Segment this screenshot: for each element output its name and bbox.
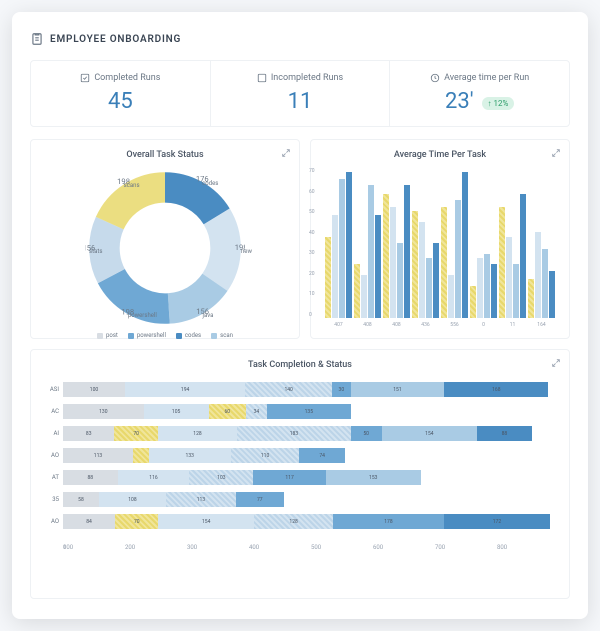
- page-header: EMPLOYEE ONBOARDING: [30, 32, 570, 46]
- donut-svg: 176198156198156198: [85, 168, 245, 328]
- stacked-bar-chart: ASI10019414030151168AC1301056034135AI837…: [41, 378, 559, 540]
- donut-chart: 176198156198156198 codesnewjavapowershel…: [85, 168, 245, 328]
- expand-icon[interactable]: [281, 148, 291, 158]
- bar-chart: 706050403020100: [321, 168, 559, 318]
- kpi-label: Completed Runs: [39, 73, 202, 83]
- card-title: Task Completion & Status: [41, 360, 559, 370]
- kpi-value: 23': [445, 89, 474, 114]
- x-axis: 0100200300400500600700800: [63, 544, 559, 551]
- kpi-value: 11: [219, 89, 382, 114]
- trend-badge: ↑ 12%: [482, 97, 515, 110]
- y-axis: 706050403020100: [309, 168, 315, 318]
- kpi-value: 45: [39, 89, 202, 114]
- chart-row-1: Overall Task Status 176198156198156198 c…: [30, 139, 570, 339]
- clipboard-icon: [30, 32, 44, 46]
- card-title: Average Time Per Task: [321, 150, 559, 160]
- check-square-icon: [80, 73, 90, 83]
- kpi-label: Incompleted Runs: [219, 73, 382, 83]
- card-title: Overall Task Status: [41, 150, 289, 160]
- expand-icon[interactable]: [551, 148, 561, 158]
- x-axis: 407408408436556011164: [321, 322, 559, 328]
- card-task-completion: Task Completion & Status ASI100194140301…: [30, 349, 570, 599]
- page-title: EMPLOYEE ONBOARDING: [50, 34, 181, 45]
- clock-icon: [430, 73, 440, 83]
- kpi-incompleted: Incompleted Runs 11: [211, 61, 391, 126]
- kpi-completed: Completed Runs 45: [31, 61, 211, 126]
- kpi-label: Average time per Run: [398, 73, 561, 83]
- kpi-value-wrap: 23' ↑ 12%: [398, 89, 561, 114]
- card-overall-task-status: Overall Task Status 176198156198156198 c…: [30, 139, 300, 339]
- dashboard-page: EMPLOYEE ONBOARDING Completed Runs 45 In…: [12, 12, 588, 619]
- donut-legend: postpowershellcodesscan: [41, 332, 289, 339]
- kpi-row: Completed Runs 45 Incompleted Runs 11 Av…: [30, 60, 570, 127]
- expand-icon[interactable]: [551, 358, 561, 368]
- square-icon: [257, 73, 267, 83]
- kpi-avg-time: Average time per Run 23' ↑ 12%: [390, 61, 569, 126]
- card-avg-time-per-task: Average Time Per Task 706050403020100 40…: [310, 139, 570, 339]
